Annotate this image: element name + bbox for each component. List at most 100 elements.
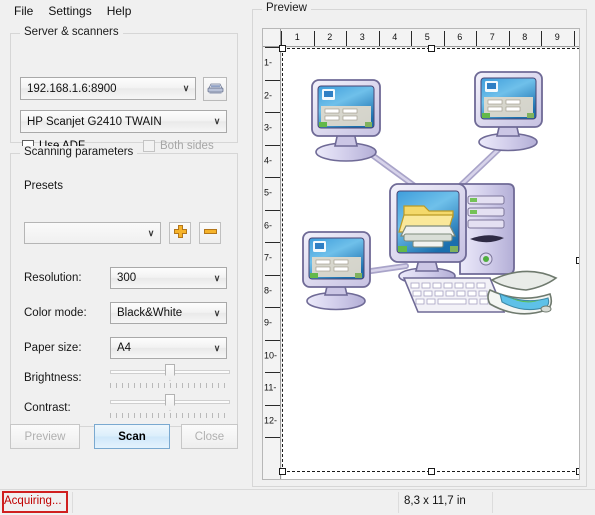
ruler-label: 9- xyxy=(264,317,273,328)
color-mode-label: Color mode: xyxy=(24,307,87,319)
preview-area[interactable]: 1 2 3 4 5 6 7 8 9 1- 2- 3- 4- 5- 6- 7- 8- 9- 10- 11- 12- xyxy=(262,28,580,480)
status-message: Acquiring... xyxy=(4,495,62,507)
ruler-label: 5- xyxy=(264,187,273,198)
brightness-label: Brightness: xyxy=(24,372,82,384)
scan-button[interactable]: Scan xyxy=(94,424,170,449)
ruler-tick xyxy=(265,404,280,406)
horizontal-ruler: 1 2 3 4 5 6 7 8 9 xyxy=(281,29,579,47)
ruler-tick xyxy=(573,31,575,46)
ruler-tick xyxy=(265,274,280,276)
ruler-label: 3 xyxy=(359,32,365,42)
resolution-combo[interactable]: 300 ∨ xyxy=(110,267,227,289)
paper-size-value: A4 xyxy=(117,342,132,354)
status-bar: Acquiring... 8,3 x 11,7 in xyxy=(0,489,595,515)
chevron-down-icon: ∨ xyxy=(147,227,155,238)
slider-thumb[interactable] xyxy=(165,364,175,381)
add-preset-button[interactable] xyxy=(169,222,191,244)
color-mode-value: Black&White xyxy=(117,307,183,319)
ruler-tick xyxy=(443,31,445,46)
status-separator xyxy=(492,492,493,513)
menu-item-help[interactable]: Help xyxy=(100,2,140,20)
ruler-label: 12- xyxy=(264,415,278,426)
presets-combo[interactable]: ∨ xyxy=(24,222,161,244)
contrast-label: Contrast: xyxy=(24,402,71,414)
ruler-label: 11- xyxy=(264,382,277,393)
color-mode-combo[interactable]: Black&White ∨ xyxy=(110,302,227,324)
close-button[interactable]: Close xyxy=(181,424,238,449)
ruler-corner xyxy=(263,29,281,47)
ruler-tick xyxy=(541,31,542,46)
ruler-label: 8- xyxy=(264,285,273,296)
preview-group-title: Preview xyxy=(262,2,311,14)
paper-size-label: Paper size: xyxy=(24,342,82,354)
ruler-tick xyxy=(265,177,280,178)
ruler-tick xyxy=(265,242,280,243)
minus-icon xyxy=(203,224,218,242)
server-address-combo[interactable]: 192.168.1.6:8900 ∨ xyxy=(20,77,196,100)
ruler-label: 6- xyxy=(264,220,273,231)
ruler-label: 4- xyxy=(264,155,273,166)
ruler-tick xyxy=(265,437,280,438)
scan-page-canvas[interactable] xyxy=(282,48,579,479)
scanner-icon xyxy=(207,81,224,98)
plus-icon xyxy=(173,224,188,242)
ruler-tick xyxy=(265,79,280,81)
scan-application-window: File Settings Help Server & scanners 192… xyxy=(0,0,595,515)
preview-artwork xyxy=(294,56,566,328)
slider-ticks xyxy=(110,413,230,418)
checkbox-box xyxy=(143,140,155,152)
status-separator xyxy=(72,492,73,513)
ruler-tick xyxy=(281,31,282,46)
preview-button[interactable]: Preview xyxy=(10,424,80,449)
ruler-label: 5 xyxy=(424,32,430,42)
menu-item-settings[interactable]: Settings xyxy=(41,2,99,20)
remove-preset-button[interactable] xyxy=(199,222,221,244)
ruler-tick xyxy=(265,47,280,48)
status-page-dimensions: 8,3 x 11,7 in xyxy=(404,495,466,507)
ruler-tick xyxy=(265,209,280,211)
chevron-down-icon: ∨ xyxy=(213,272,221,283)
ruler-tick xyxy=(346,31,347,46)
ruler-tick xyxy=(378,31,380,46)
ruler-tick xyxy=(265,339,280,341)
presets-label: Presets xyxy=(24,180,63,192)
ruler-label: 7 xyxy=(489,32,495,42)
ruler-tick xyxy=(476,31,477,46)
slider-ticks xyxy=(110,383,230,388)
ruler-label: 3- xyxy=(264,122,273,133)
ruler-label: 1- xyxy=(264,57,273,68)
menu-item-file[interactable]: File xyxy=(7,2,41,20)
ruler-label: 6 xyxy=(457,32,463,42)
paper-size-combo[interactable]: A4 ∨ xyxy=(110,337,227,359)
server-scanners-group-title: Server & scanners xyxy=(20,26,123,38)
vertical-ruler: 1- 2- 3- 4- 5- 6- 7- 8- 9- 10- 11- 12- xyxy=(263,47,281,479)
ruler-label: 2 xyxy=(327,32,333,42)
ruler-tick xyxy=(313,31,315,46)
resolution-label: Resolution: xyxy=(24,272,82,284)
ruler-label: 1 xyxy=(294,32,300,42)
ruler-tick xyxy=(265,112,280,113)
ruler-tick xyxy=(265,144,280,146)
chevron-down-icon: ∨ xyxy=(213,307,221,318)
server-address-value: 192.168.1.6:8900 xyxy=(27,82,117,95)
ruler-label: 7- xyxy=(264,252,273,263)
slider-thumb[interactable] xyxy=(165,394,175,411)
chevron-down-icon: ∨ xyxy=(213,116,221,126)
chevron-down-icon: ∨ xyxy=(182,83,190,93)
resolution-value: 300 xyxy=(117,272,137,284)
scanner-device-value: HP Scanjet G2410 TWAIN xyxy=(27,115,162,128)
both-sides-label: Both sides xyxy=(160,140,214,152)
settings-panel: Server & scanners 192.168.1.6:8900 ∨ HP … xyxy=(0,22,246,488)
brightness-slider[interactable] xyxy=(110,362,230,390)
contrast-slider[interactable] xyxy=(110,392,230,420)
ruler-tick xyxy=(265,372,280,373)
ruler-tick xyxy=(508,31,510,46)
scanner-device-combo[interactable]: HP Scanjet G2410 TWAIN ∨ xyxy=(20,110,227,133)
chevron-down-icon: ∨ xyxy=(213,342,221,353)
both-sides-checkbox: Both sides xyxy=(143,140,214,152)
scanning-parameters-group-title: Scanning parameters xyxy=(20,146,138,158)
status-separator xyxy=(398,492,399,513)
ruler-tick xyxy=(265,307,280,308)
find-scanner-button[interactable] xyxy=(203,77,227,101)
ruler-label: 4 xyxy=(392,32,398,42)
